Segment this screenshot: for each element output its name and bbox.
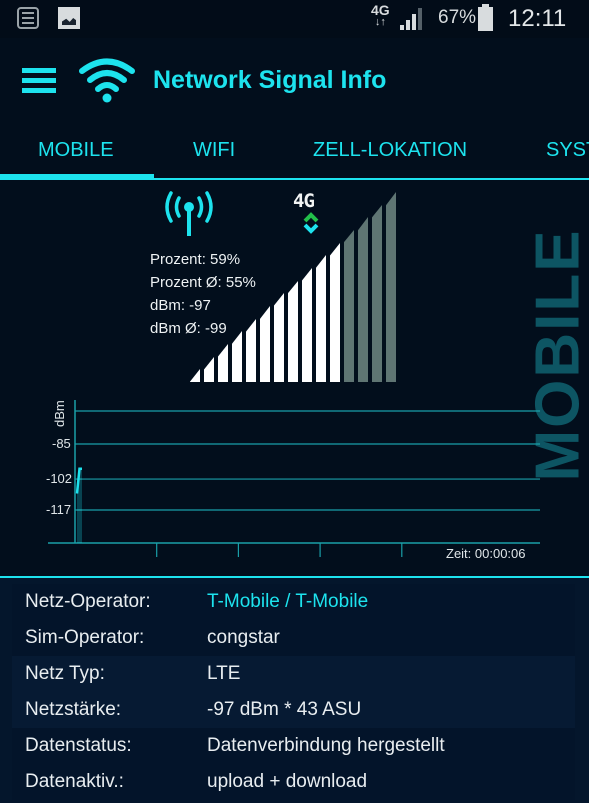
signal-bar-inactive bbox=[372, 205, 382, 382]
app-title: Network Signal Info bbox=[153, 66, 387, 94]
info-value: Datenverbindung hergestellt bbox=[207, 735, 445, 756]
signal-bar-inactive bbox=[386, 192, 396, 382]
cell-signal-icon bbox=[400, 8, 426, 30]
chart-y-tick-label: -85 bbox=[52, 436, 71, 451]
tab-bar: MOBILE WIFI ZELL-LOKATION SYST bbox=[0, 123, 589, 180]
tab-zell-lokation[interactable]: ZELL-LOKATION bbox=[313, 139, 467, 162]
chart-canvas bbox=[48, 400, 540, 557]
signal-bar-active bbox=[316, 255, 326, 382]
checklist-notification-icon bbox=[17, 7, 39, 29]
app-bar: Network Signal Info bbox=[0, 38, 589, 123]
wifi-icon bbox=[79, 58, 135, 103]
active-tab-indicator bbox=[0, 174, 154, 180]
signal-strength-bars bbox=[190, 192, 400, 382]
signal-bar-active bbox=[288, 281, 298, 382]
status-bar: 4G ↓↑ 67% 12:11 bbox=[0, 0, 589, 38]
signal-bar-active bbox=[190, 369, 200, 382]
battery-icon bbox=[478, 4, 493, 31]
signal-bar-active bbox=[330, 243, 340, 382]
info-row: Datenstatus: Datenverbindung hergestellt bbox=[12, 728, 575, 764]
tab-mobile[interactable]: MOBILE bbox=[38, 139, 114, 162]
signal-bar-active bbox=[246, 319, 256, 382]
info-row: Sim-Operator: congstar bbox=[12, 620, 575, 656]
info-value: congstar bbox=[207, 627, 280, 648]
signal-bar-active bbox=[274, 293, 284, 382]
signal-bar-inactive bbox=[344, 230, 354, 382]
info-value: -97 dBm * 43 ASU bbox=[207, 699, 362, 720]
chart-x-label: Zeit: 00:00:06 bbox=[446, 546, 526, 561]
signal-bar-active bbox=[302, 268, 312, 382]
signal-history-chart: dBm -85 -102 -117 Zeit: 00:00:06 bbox=[0, 395, 589, 570]
info-label: Netzstärke: bbox=[25, 699, 122, 720]
info-label: Datenaktiv.: bbox=[25, 771, 124, 792]
chart-y-tick-label: -102 bbox=[46, 471, 73, 487]
network-type-indicator: 4G ↓↑ bbox=[371, 3, 390, 28]
battery-percent: 67% bbox=[438, 7, 477, 28]
chart-y-label: dBm bbox=[52, 400, 67, 427]
info-row: Netz Typ: LTE bbox=[12, 656, 575, 692]
signal-bar-active bbox=[232, 331, 242, 382]
signal-bar-active bbox=[218, 344, 228, 382]
info-value: LTE bbox=[207, 663, 241, 684]
info-label: Datenstatus: bbox=[25, 735, 132, 756]
info-row: Netzstärke: -97 dBm * 43 ASU bbox=[12, 692, 575, 728]
signal-bar-active bbox=[260, 306, 270, 382]
signal-bar-active bbox=[204, 357, 214, 382]
data-arrows-icon: ↓↑ bbox=[374, 16, 386, 28]
hamburger-menu-icon[interactable] bbox=[22, 68, 56, 93]
clock: 12:11 bbox=[508, 5, 567, 32]
network-info-card: Netz-Operator: T-Mobile / T-Mobile Sim-Ope… bbox=[12, 584, 575, 800]
image-notification-icon bbox=[58, 7, 80, 29]
tab-system[interactable]: SYST bbox=[546, 139, 589, 162]
network-info-table: Netz-Operator: T-Mobile / T-Mobile Sim-Ope… bbox=[0, 576, 589, 803]
tab-wifi[interactable]: WIFI bbox=[193, 139, 235, 162]
signal-bar-inactive bbox=[358, 217, 368, 382]
info-label: Netz Typ: bbox=[25, 663, 105, 684]
info-row: Netz-Operator: T-Mobile / T-Mobile bbox=[12, 584, 575, 620]
info-label: Netz-Operator: bbox=[25, 591, 151, 612]
info-value: T-Mobile / T-Mobile bbox=[207, 591, 369, 612]
info-value: upload + download bbox=[207, 771, 368, 792]
info-label: Sim-Operator: bbox=[25, 627, 145, 648]
info-row: Datenaktiv.: upload + download bbox=[12, 764, 575, 800]
chart-y-tick-label: -117 bbox=[46, 502, 72, 517]
